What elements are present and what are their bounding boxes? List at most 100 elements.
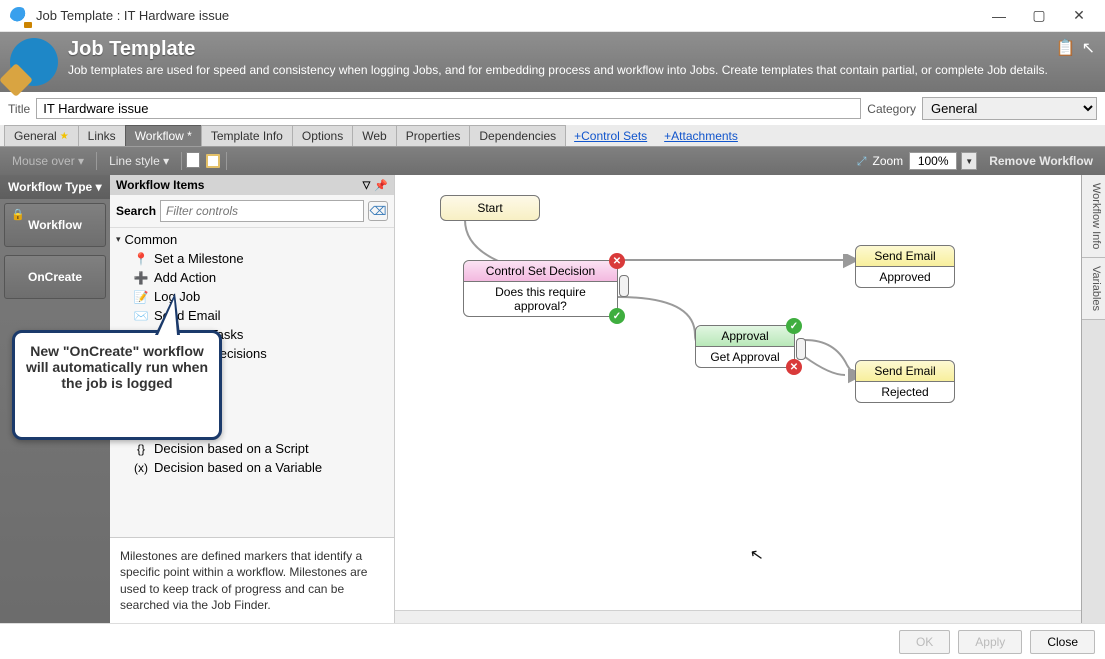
- annotation-callout: New "OnCreate" workflow will automatical…: [12, 330, 222, 440]
- tree-group[interactable]: ▾ Common: [110, 230, 394, 249]
- dialog-footer: OK Apply Close: [0, 623, 1105, 659]
- divider: [181, 152, 182, 170]
- tree-item[interactable]: (x) Decision based on a Variable: [110, 458, 394, 477]
- title-row: Title Category General: [0, 92, 1105, 125]
- tab-workflow[interactable]: Workflow *: [125, 125, 202, 146]
- connector-handle[interactable]: [619, 275, 629, 297]
- rail-item-workflow[interactable]: 🔒 Workflow: [4, 203, 106, 247]
- workflow-items-title: Workflow Items: [116, 178, 204, 192]
- workflow-canvas[interactable]: Start Control Set Decision Does this req…: [395, 175, 1081, 623]
- approval-body: Get Approval: [696, 347, 794, 367]
- window-title: Job Template : IT Hardware issue: [36, 8, 979, 23]
- item-icon: 📍: [134, 252, 148, 266]
- paste-icon[interactable]: [206, 154, 220, 168]
- banner-logo-icon: [10, 38, 58, 86]
- zoom-input[interactable]: [909, 152, 957, 170]
- title-input[interactable]: [36, 98, 861, 119]
- zoom-dropdown[interactable]: ▼: [961, 152, 977, 170]
- item-icon: 📝: [134, 290, 148, 304]
- mouse-over-button[interactable]: Mouse over ▾: [6, 151, 90, 171]
- tree-item[interactable]: 📝Log Job: [110, 287, 394, 306]
- email2-head: Send Email: [856, 361, 954, 382]
- node-control-set-decision[interactable]: Control Set Decision Does this require a…: [463, 260, 618, 317]
- zoom-label: Zoom: [873, 154, 904, 168]
- title-label: Title: [8, 102, 30, 116]
- minimize-button[interactable]: —: [979, 2, 1019, 30]
- tab-template-info[interactable]: Template Info: [201, 125, 293, 146]
- titlebar: Job Template : IT Hardware issue — ▢ ✕: [0, 0, 1105, 32]
- tab-options[interactable]: Options: [292, 125, 353, 146]
- line-style-button[interactable]: Line style ▾: [103, 151, 175, 171]
- close-button[interactable]: ✕: [1059, 2, 1099, 30]
- close-dialog-button[interactable]: Close: [1030, 630, 1095, 654]
- connector-handle[interactable]: [796, 338, 806, 360]
- banner: Job Template Job templates are used for …: [0, 32, 1105, 92]
- link-attachments[interactable]: +Attachments: [655, 126, 747, 146]
- email1-head: Send Email: [856, 246, 954, 267]
- start-label: Start: [477, 201, 502, 215]
- tab-general[interactable]: General★: [4, 125, 79, 146]
- maximize-button[interactable]: ▢: [1019, 2, 1059, 30]
- banner-description: Job templates are used for speed and con…: [68, 63, 1048, 79]
- item-icon: (x): [134, 461, 148, 475]
- badge-err-icon: ✕: [786, 359, 802, 375]
- search-label: Search: [116, 204, 156, 218]
- tree-item[interactable]: ➕ Add Action: [110, 268, 394, 287]
- tab-dependencies[interactable]: Dependencies: [469, 125, 566, 146]
- connectors: [395, 175, 1081, 623]
- copy-icon[interactable]: [188, 154, 200, 168]
- node-start[interactable]: Start: [440, 195, 540, 221]
- search-input[interactable]: [160, 200, 364, 222]
- decision-head: Control Set Decision: [464, 261, 617, 282]
- tab-web[interactable]: Web: [352, 125, 396, 146]
- approval-head: Approval: [696, 326, 794, 347]
- tree-item[interactable]: 📍 Set a Milestone: [110, 249, 394, 268]
- tab-links[interactable]: Links: [78, 125, 126, 146]
- star-icon: ★: [60, 131, 69, 142]
- rail-item-oncreate[interactable]: OnCreate: [4, 255, 106, 299]
- collapse-icon[interactable]: ▽: [363, 180, 371, 191]
- node-send-email-approved[interactable]: Send Email Approved: [855, 245, 955, 288]
- item-icon: ✉️: [134, 309, 148, 323]
- right-vertical-tabs: Workflow Info Variables: [1081, 175, 1105, 623]
- badge-no-icon: ✕: [609, 253, 625, 269]
- link-control-sets[interactable]: +Control Sets: [565, 126, 656, 146]
- vtab-workflow-info[interactable]: Workflow Info: [1082, 175, 1105, 258]
- group-label: Common: [125, 232, 178, 247]
- pin-icon[interactable]: 📌: [374, 179, 388, 192]
- divider: [226, 152, 227, 170]
- item-label: Decision based on a Variable: [154, 460, 322, 475]
- category-label: Category: [867, 102, 916, 116]
- divider: [96, 152, 97, 170]
- item-label: Set a Milestone: [154, 251, 244, 266]
- apply-button[interactable]: Apply: [958, 630, 1022, 654]
- mouse-cursor-icon: ↖: [748, 544, 765, 566]
- callout-text: New "OnCreate" workflow will automatical…: [26, 343, 208, 391]
- lock-icon: 🔒: [11, 208, 25, 221]
- decision-body: Does this require approval?: [464, 282, 617, 316]
- clear-search-icon[interactable]: ⌫: [368, 201, 388, 221]
- tree-item[interactable]: {}Decision based on a Script: [110, 439, 394, 458]
- tree-item[interactable]: ✉️Send Email: [110, 306, 394, 325]
- item-label: Decision based on a Script: [154, 441, 309, 456]
- badge-yes-icon: ✓: [609, 308, 625, 324]
- copy-template-icon[interactable]: 📋: [1056, 38, 1076, 58]
- node-send-email-rejected[interactable]: Send Email Rejected: [855, 360, 955, 403]
- chevron-down-icon: ▾: [116, 234, 121, 245]
- workflow-toolbar: Mouse over ▾ Line style ▾ ⤢ Zoom ▼ Remov…: [0, 147, 1105, 175]
- remove-workflow-button[interactable]: Remove Workflow: [983, 151, 1099, 171]
- item-label: Add Action: [154, 270, 216, 285]
- ok-button[interactable]: OK: [899, 630, 950, 654]
- email2-body: Rejected: [856, 382, 954, 402]
- node-approval[interactable]: Approval Get Approval ✓ ✕: [695, 325, 795, 368]
- email1-body: Approved: [856, 267, 954, 287]
- app-icon: [10, 7, 28, 25]
- tab-properties[interactable]: Properties: [396, 125, 471, 146]
- category-select[interactable]: General: [922, 97, 1097, 120]
- item-description: Milestones are defined markers that iden…: [110, 537, 394, 623]
- vtab-variables[interactable]: Variables: [1082, 258, 1105, 320]
- fit-icon[interactable]: ⤢: [857, 154, 867, 169]
- workflow-type-header[interactable]: Workflow Type ▾: [0, 175, 110, 199]
- tab-strip: General★ Links Workflow * Template Info …: [0, 125, 1105, 147]
- item-icon: ➕: [134, 271, 148, 285]
